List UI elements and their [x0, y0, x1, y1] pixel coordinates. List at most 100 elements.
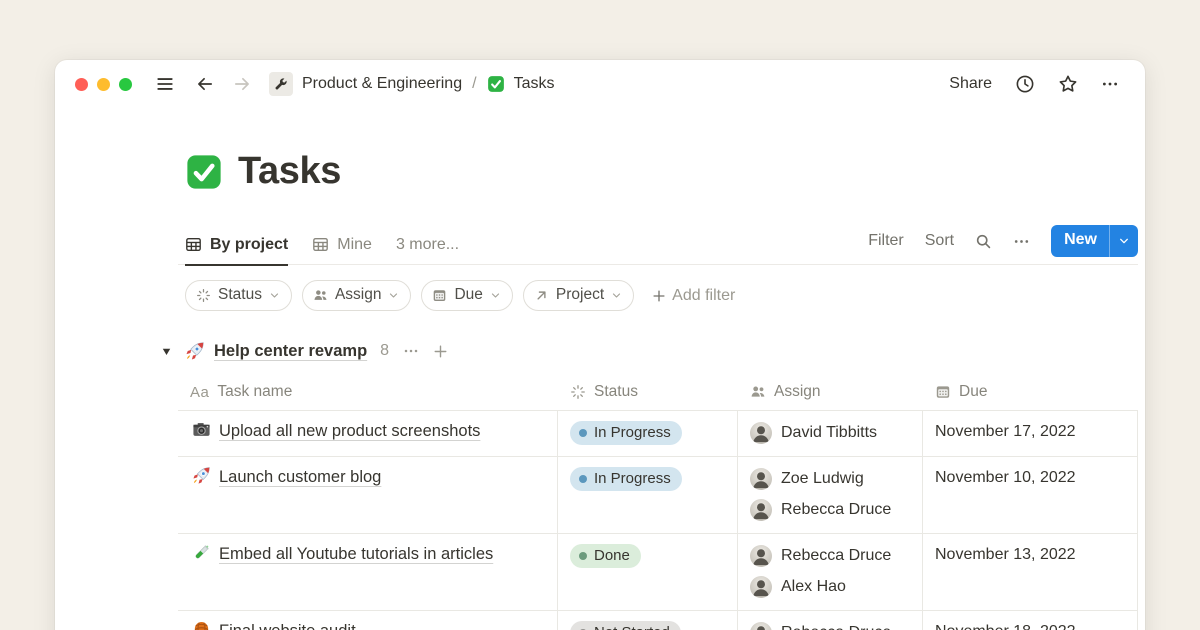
assignee-name: Rebecca Druce	[781, 543, 891, 569]
table-row[interactable]: Final website audit Not Started Rebecca Dr…	[178, 611, 1138, 630]
assignee: Zoe Ludwig	[750, 466, 910, 492]
view-tabs: By project Mine	[185, 236, 372, 265]
group-title[interactable]: Help center revamp	[214, 342, 367, 361]
filter-chip-assign[interactable]: Assign	[302, 280, 412, 311]
testtube-icon	[192, 543, 211, 562]
chip-label: Status	[218, 286, 262, 304]
person-avatar-icon	[750, 468, 772, 490]
assignee-name: Alex Hao	[781, 574, 846, 600]
task-cell[interactable]: Embed all Youtube tutorials in articles	[178, 534, 558, 610]
topbar: Product & Engineering / Tasks Share	[55, 60, 1145, 108]
assign-cell[interactable]: Rebecca Druce	[738, 611, 923, 630]
assign-cell[interactable]: Zoe LudwigRebecca Druce	[738, 457, 923, 533]
forward-arrow-icon[interactable]	[233, 75, 251, 93]
task-link[interactable]: Upload all new product screenshots	[219, 422, 480, 440]
status-pill[interactable]: Done	[570, 544, 641, 568]
status-cell[interactable]: Not Started	[558, 611, 738, 630]
filter-chip-bar: Status Assign Due Project Add filter	[185, 280, 1138, 311]
assign-cell[interactable]: David Tibbitts	[738, 411, 923, 456]
clock-icon[interactable]	[1015, 74, 1035, 94]
star-icon[interactable]	[1058, 74, 1078, 94]
status-cell[interactable]: In Progress	[558, 411, 738, 456]
chevron-down-icon	[611, 290, 622, 301]
tab-label: By project	[210, 236, 288, 254]
status-cell[interactable]: In Progress	[558, 457, 738, 533]
table-row[interactable]: Embed all Youtube tutorials in articles D…	[178, 534, 1138, 611]
close-button[interactable]	[75, 78, 88, 91]
status-burst-icon	[570, 384, 586, 400]
due-cell[interactable]: November 17, 2022	[923, 411, 1138, 456]
status-pill[interactable]: In Progress	[570, 421, 682, 445]
view-tab-bar: By project Mine 3 more... Filter Sort New	[178, 225, 1138, 265]
filter-chip-status[interactable]: Status	[185, 280, 292, 311]
task-cell[interactable]: Upload all new product screenshots	[178, 411, 558, 456]
share-button[interactable]: Share	[949, 75, 992, 93]
filter-button[interactable]: Filter	[868, 232, 904, 250]
task-cell[interactable]: Launch customer blog	[178, 457, 558, 533]
task-table: AaTask name Status Assign Due Upload all ne…	[178, 374, 1138, 630]
task-link[interactable]: Final website audit	[219, 622, 356, 630]
page-content: Tasks By project Mine 3 more... Filter So…	[55, 150, 1145, 630]
tab-by-project[interactable]: By project	[185, 236, 288, 266]
page-title-text[interactable]: Tasks	[238, 150, 341, 193]
breadcrumb: Product & Engineering / Tasks	[269, 72, 554, 96]
more-icon[interactable]	[1101, 75, 1119, 93]
column-header-task-name[interactable]: AaTask name	[178, 383, 558, 401]
column-header-assign[interactable]: Assign	[738, 383, 923, 401]
breadcrumb-workspace[interactable]: Product & Engineering	[302, 75, 462, 93]
person-avatar-icon	[750, 576, 772, 598]
assignee: Rebecca Druce	[750, 620, 910, 630]
triangle-down-icon[interactable]	[161, 346, 172, 357]
status-dot-icon	[579, 429, 587, 437]
due-cell[interactable]: November 10, 2022	[923, 457, 1138, 533]
filter-chip-due[interactable]: Due	[421, 280, 512, 311]
status-cell[interactable]: Done	[558, 534, 738, 610]
more-icon[interactable]	[1013, 233, 1030, 250]
table-row[interactable]: Upload all new product screenshots In Pro…	[178, 411, 1138, 457]
check-icon[interactable]	[185, 153, 223, 191]
due-cell[interactable]: November 13, 2022	[923, 534, 1138, 610]
rocket-icon	[192, 466, 211, 485]
wrench-icon	[274, 77, 288, 91]
column-header-status[interactable]: Status	[558, 383, 738, 401]
column-label: Status	[594, 383, 638, 401]
task-link[interactable]: Embed all Youtube tutorials in articles	[219, 545, 493, 563]
status-pill[interactable]: In Progress	[570, 467, 682, 491]
back-arrow-icon[interactable]	[196, 75, 214, 93]
workspace-crumb[interactable]	[269, 72, 293, 96]
table-row[interactable]: Launch customer blog In Progress Zoe Ludwi…	[178, 457, 1138, 534]
status-dot-icon	[579, 475, 587, 483]
window-controls	[75, 78, 132, 91]
zoom-button[interactable]	[119, 78, 132, 91]
task-cell[interactable]: Final website audit	[178, 611, 558, 630]
arrow-ne-icon	[534, 288, 549, 303]
assignee: Alex Hao	[750, 574, 910, 600]
plus-icon[interactable]	[433, 344, 448, 359]
status-dot-icon	[579, 552, 587, 560]
new-button-label[interactable]: New	[1051, 225, 1109, 257]
tab-mine[interactable]: Mine	[312, 236, 372, 265]
add-filter-button[interactable]: Add filter	[652, 287, 735, 305]
status-pill[interactable]: Not Started	[570, 621, 681, 630]
filter-chip-project[interactable]: Project	[523, 280, 634, 311]
assignee: David Tibbitts	[750, 420, 910, 446]
assign-cell[interactable]: Rebecca Druce Alex Hao	[738, 534, 923, 610]
table-header: AaTask name Status Assign Due	[178, 374, 1138, 411]
more-icon[interactable]	[403, 343, 419, 359]
search-icon[interactable]	[975, 233, 992, 250]
due-date: November 17, 2022	[935, 420, 1125, 443]
task-link[interactable]: Launch customer blog	[219, 468, 381, 486]
assignee-name: Rebecca Druce	[781, 620, 891, 630]
sort-button[interactable]: Sort	[925, 232, 954, 250]
column-label: Assign	[774, 383, 821, 401]
column-header-due[interactable]: Due	[923, 383, 1138, 401]
minimize-button[interactable]	[97, 78, 110, 91]
group-header: Help center revamp 8	[161, 341, 1138, 361]
table-body: Upload all new product screenshots In Pro…	[178, 411, 1138, 630]
due-cell[interactable]: November 18, 2022→ November 20, 2022	[923, 611, 1138, 630]
more-views-button[interactable]: 3 more...	[396, 236, 459, 264]
new-button-dropdown[interactable]	[1109, 225, 1138, 257]
hamburger-icon[interactable]	[156, 75, 174, 93]
chevron-down-icon	[490, 290, 501, 301]
breadcrumb-page[interactable]: Tasks	[514, 75, 555, 93]
